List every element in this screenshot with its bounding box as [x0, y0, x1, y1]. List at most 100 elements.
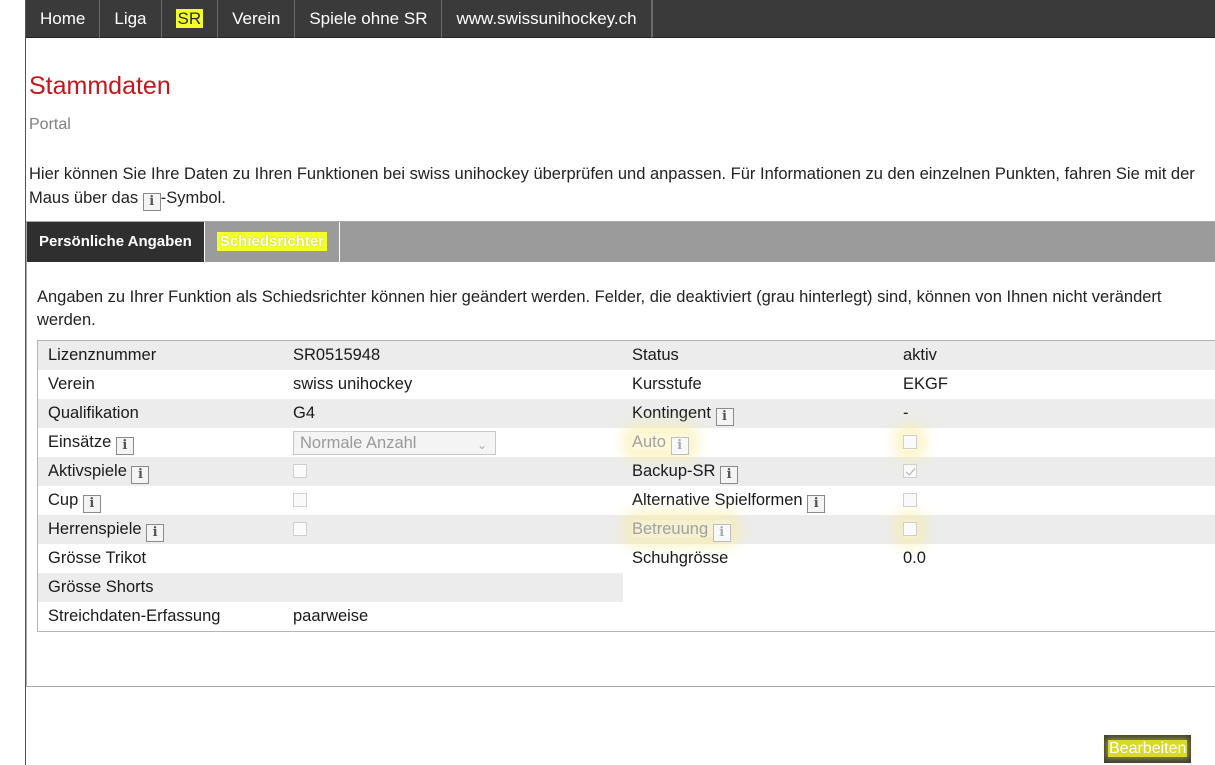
betreuung-checkbox[interactable] [903, 522, 917, 536]
label-streichdaten-erfassung: Streichdaten-Erfassung [48, 607, 221, 625]
edit-button[interactable]: Bearbeiten [1104, 735, 1192, 763]
edit-button-label: Bearbeiten [1108, 740, 1188, 757]
nav-filler [651, 0, 1215, 37]
label-cup-cell: Cup i [38, 486, 283, 515]
nav-liga[interactable]: Liga [100, 0, 162, 38]
auto-highlight [903, 433, 917, 451]
value-kontingent: - [903, 404, 909, 422]
info-icon[interactable]: i [131, 466, 150, 484]
table-row: Qualifikation G4 Kontingent i - [38, 399, 1215, 428]
nav-spiele-ohne-sr[interactable]: Spiele ohne SR [295, 0, 443, 38]
tab-bar: Persönliche Angaben Schiedsrichter [27, 222, 1215, 262]
table-row: Grösse Trikot Schuhgrösse 0.0 [38, 544, 1215, 573]
tab-referee[interactable]: Schiedsrichter [204, 222, 341, 262]
table-row: Streichdaten-Erfassung paarweise [38, 602, 1215, 631]
value-verein: swiss unihockey [293, 375, 413, 393]
label-groesse-trikot: Grösse Trikot [48, 549, 147, 567]
table-row: Lizenznummer SR0515948 Status aktiv [38, 341, 1215, 370]
backup-sr-checkbox[interactable] [903, 464, 917, 478]
label-auto-cell: Auto i [623, 428, 893, 457]
info-icon[interactable]: i [715, 408, 734, 426]
label-groesse-shorts: Grösse Shorts [48, 578, 154, 596]
label-kontingent: Kontingent [632, 404, 711, 422]
tab-personal-info[interactable]: Persönliche Angaben [27, 222, 205, 262]
cup-checkbox[interactable] [293, 493, 307, 507]
label-schuhgroesse: Schuhgrösse [632, 549, 729, 567]
label-verein: Verein [48, 375, 95, 393]
label-betreuung: Betreuung [632, 520, 709, 538]
label-herrenspiele: Herrenspiele [48, 520, 142, 538]
value-status: aktiv [903, 346, 937, 364]
table-row: Verein swiss unihockey Kursstufe EKGF [38, 370, 1215, 399]
page-subtitle: Portal [29, 116, 71, 133]
value-herrenspiele-cell [283, 515, 623, 544]
info-icon[interactable]: i [807, 495, 826, 513]
nav-sr-label: SR [175, 9, 204, 28]
label-auto: Auto [632, 433, 666, 451]
label-kontingent-cell: Kontingent i [623, 399, 893, 428]
referee-data-table: Lizenznummer SR0515948 Status aktiv Vere… [37, 340, 1215, 632]
value-kursstufe: EKGF [903, 375, 948, 393]
tabs-panel: Persönliche Angaben Schiedsrichter Angab… [26, 221, 1215, 687]
info-icon[interactable]: i [720, 466, 739, 484]
label-einsaetze: Einsätze [48, 433, 112, 451]
betreuung-highlight [903, 520, 917, 538]
label-auto-highlight: Auto i [632, 433, 689, 455]
label-aktivspiele-cell: Aktivspiele i [38, 457, 283, 486]
label-cup: Cup [48, 491, 79, 509]
label-lizenznummer: Lizenznummer [48, 346, 157, 364]
label-status: Status [632, 346, 679, 364]
table-row: Cup i Alternative Spielformen i [38, 486, 1215, 515]
table-row: Aktivspiele i Backup-SR i [38, 457, 1215, 486]
table-row: Einsätze i Normale Anzahl ⌄ Auto i [38, 428, 1215, 457]
alternative-spielformen-checkbox[interactable] [903, 493, 917, 507]
nav-swissunihockey-link[interactable]: www.swissunihockey.ch [442, 0, 652, 38]
value-einsaetze-cell: Normale Anzahl ⌄ [283, 428, 623, 457]
info-icon[interactable]: i [712, 524, 731, 542]
label-alternative-spielformen: Alternative Spielformen [632, 491, 803, 509]
label-betreuung-highlight: Betreuung i [632, 520, 731, 542]
label-einsaetze-cell: Einsätze i [38, 428, 283, 457]
value-cup-cell [283, 486, 623, 515]
info-icon[interactable]: i [82, 495, 101, 513]
intro-text-part2: -Symbol. [160, 189, 226, 207]
label-betreuung-cell: Betreuung i [623, 515, 893, 544]
value-groesse-shorts [283, 573, 623, 602]
value-schuhgroesse: 0.0 [903, 549, 926, 567]
table-row: Grösse Shorts [38, 573, 1215, 602]
einsaetze-select[interactable]: Normale Anzahl ⌄ [293, 430, 496, 455]
label-backup-sr-cell: Backup-SR i [623, 457, 893, 486]
panel-description: Angaben zu Ihrer Funktion als Schiedsric… [37, 288, 1162, 329]
label-herrenspiele-cell: Herrenspiele i [38, 515, 283, 544]
herrenspiele-checkbox[interactable] [293, 522, 307, 536]
info-icon[interactable]: i [146, 524, 165, 542]
value-aktivspiele-cell [283, 457, 623, 486]
nav-home[interactable]: Home [26, 0, 101, 38]
aktivspiele-checkbox[interactable] [293, 464, 307, 478]
label-alternative-spielformen-cell: Alternative Spielformen i [623, 486, 893, 515]
table-row: Herrenspiele i Betreuung i [38, 515, 1215, 544]
info-icon[interactable]: i [115, 437, 134, 455]
info-icon: i [142, 193, 161, 211]
label-aktivspiele: Aktivspiele [48, 462, 127, 480]
nav-sr[interactable]: SR [162, 0, 219, 38]
nav-verein[interactable]: Verein [218, 0, 296, 38]
chevron-down-icon: ⌄ [476, 437, 487, 452]
value-alternative-spielformen-cell [893, 486, 1215, 515]
intro-text: Hier können Sie Ihre Daten zu Ihren Funk… [29, 162, 1214, 211]
tab-referee-label: Schiedsrichter [216, 232, 328, 251]
label-backup-sr: Backup-SR [632, 462, 716, 480]
value-lizenznummer: SR0515948 [293, 346, 381, 364]
value-qualifikation: G4 [293, 404, 316, 422]
value-betreuung-cell [893, 515, 1215, 544]
value-streichdaten-erfassung: paarweise [293, 607, 369, 625]
value-backup-sr-cell [893, 457, 1215, 486]
info-icon[interactable]: i [670, 437, 689, 455]
auto-checkbox[interactable] [903, 435, 917, 449]
label-qualifikation: Qualifikation [48, 404, 139, 422]
top-navigation: Home Liga SR Verein Spiele ohne SR www.s… [26, 0, 1215, 38]
page-title: Stammdaten [29, 72, 171, 100]
page-frame: Home Liga SR Verein Spiele ohne SR www.s… [25, 0, 1215, 765]
einsaetze-select-value: Normale Anzahl [300, 433, 417, 452]
value-groesse-trikot [283, 544, 623, 573]
